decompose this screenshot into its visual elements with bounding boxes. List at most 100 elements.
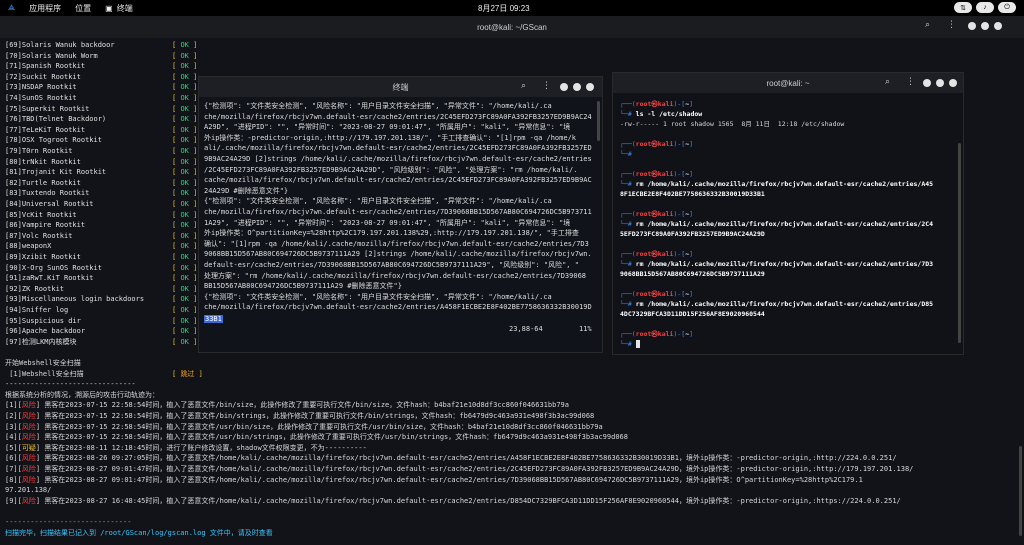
menu-icon[interactable]: ⋮: [542, 81, 551, 91]
trace-row: [9][风险] 黑客在2023-08-27 16:48:45时间，植入了恶意文件…: [5, 496, 901, 507]
maximize-button[interactable]: [936, 79, 944, 87]
maximize-button[interactable]: [981, 22, 989, 30]
power-icon[interactable]: ⏻: [998, 2, 1016, 13]
ok-badge: OK: [180, 136, 189, 145]
ok-badge: OK: [180, 157, 189, 166]
trace-text: 黑客在2023-08-11 12:18:45时间，进行了账户修改设置，shado…: [44, 443, 367, 452]
risk-tag: 风险: [21, 465, 36, 473]
rootkit-status: [ OK ]: [172, 157, 197, 168]
clock[interactable]: 8月27日 09:23: [478, 3, 530, 14]
bracket: ]: [188, 327, 198, 336]
rootkit-name: [80]trNkit Rootkit: [5, 157, 81, 166]
trace-index: [3]: [5, 422, 18, 431]
bracket: ]: [188, 284, 198, 293]
rootkit-row: [83]Tuxtendo Rootkit [ OK ]: [5, 188, 197, 199]
rootkit-row: [79]T0rn Rootkit [ OK ]: [5, 146, 197, 157]
rootkit-row: [89]Xzibit Rootkit [ OK ]: [5, 252, 197, 263]
command-line: └─# rm /home/kali/.cache/mozilla/firefox…: [620, 299, 960, 309]
shell-output[interactable]: ┌──(root㉿kali)-[~] └─# ls -l /etc/shadow -…: [620, 99, 960, 354]
prompt-sep: )-[: [673, 290, 686, 298]
applications-menu[interactable]: 应用程序: [29, 3, 61, 14]
scrollbar[interactable]: [597, 101, 600, 141]
vim-line: 外ip操作类：-predictor-origin,:http://179.197…: [204, 133, 577, 142]
cursor-position: 23,88-64: [509, 325, 543, 333]
bracket: ]: [188, 210, 198, 219]
footer-separator: ------------------------------: [5, 518, 132, 526]
kali-dragon-icon[interactable]: ⟁: [8, 3, 15, 13]
volume-icon[interactable]: ♪: [976, 2, 994, 13]
menu-icon[interactable]: ⋮: [906, 77, 915, 87]
scrollbar[interactable]: [958, 143, 961, 343]
close-button[interactable]: [586, 83, 594, 91]
window-controls[interactable]: [968, 22, 1002, 30]
rootkit-status: [ OK ]: [172, 210, 197, 221]
bracket: ]: [188, 316, 198, 325]
system-tray[interactable]: ⇅ ♪ ⏻: [954, 2, 1016, 13]
search-icon[interactable]: ⌕: [925, 20, 930, 30]
rootkit-status: [ OK ]: [172, 273, 197, 284]
close-button[interactable]: [949, 79, 957, 87]
network-icon[interactable]: ⇅: [954, 2, 972, 13]
bracket: ]: [188, 274, 198, 283]
risk-tag: 风险: [21, 401, 36, 410]
rootkit-row: [87]Volc Rootkit [ OK ]: [5, 231, 197, 242]
ok-badge: OK: [180, 253, 189, 261]
command-line: └─# ls -l /etc/shadow: [620, 109, 960, 119]
trace-text: 97.201.138/: [5, 486, 52, 495]
webshell-row: [1]Webshell安全扫描 [ 跳过 ]: [5, 369, 203, 380]
terminal-app-icon[interactable]: ▣: [105, 4, 113, 13]
ok-badge: OK: [180, 306, 189, 314]
ok-badge: OK: [180, 327, 189, 336]
terminal-app-label[interactable]: 终端: [117, 3, 133, 14]
scrollbar[interactable]: [1019, 446, 1022, 536]
bracket: ]: [188, 104, 198, 113]
prompt-corner: ┌──(: [620, 290, 636, 298]
prompt-corner: ┌──(: [620, 100, 636, 108]
places-menu[interactable]: 位置: [75, 3, 91, 14]
rootkit-status: [ OK ]: [172, 294, 197, 305]
search-icon[interactable]: ⌕: [885, 77, 890, 87]
vim-cursor-line: 33B1: [204, 315, 223, 323]
close-button[interactable]: [994, 22, 1002, 30]
rootkit-name: [72]Suckit Rootkit: [5, 72, 81, 81]
rootkit-name: [90]X-Org SunOS Rootkit: [5, 263, 102, 272]
shell-terminal-window[interactable]: root@kali: ~ ⌕ ⋮ ┌──(root㉿kali)-[~] └─# l…: [612, 72, 964, 355]
ok-badge: OK: [180, 210, 189, 219]
bracket: ]: [188, 178, 198, 187]
rootkit-name: [74]SunOS Rootkit: [5, 94, 77, 102]
ok-badge: OK: [180, 200, 189, 208]
vim-terminal-window[interactable]: 终端 ⌕ ⋮ {"检测项": "文件类安全检测", "风险名称": "用户目录文…: [198, 76, 603, 353]
vim-line: ali/.cache/mozilla/firefox/rbcjv7wn.defa…: [204, 144, 592, 153]
menu-icon[interactable]: ⋮: [947, 20, 956, 30]
maximize-button[interactable]: [573, 83, 581, 91]
prompt-sep: ]: [689, 250, 694, 258]
prompt-line: ┌──(root㉿kali)-[~]: [620, 209, 960, 219]
main-terminal-titlebar[interactable]: root@kali: ~/GScan: [0, 16, 1024, 38]
search-icon[interactable]: ⌕: [521, 81, 526, 91]
ok-badge: OK: [180, 337, 189, 346]
prompt-sep: ]: [689, 100, 694, 108]
window-controls[interactable]: [560, 83, 594, 91]
minimize-button[interactable]: [968, 22, 976, 30]
window-controls[interactable]: [923, 79, 957, 87]
rootkit-row: [97]检测LKM内核模块 [ OK ]: [5, 337, 197, 348]
minimize-button[interactable]: [560, 83, 568, 91]
bracket: ]: [188, 337, 198, 346]
rootkit-status: [ OK ]: [172, 188, 197, 199]
prompt-line: ┌──(root㉿kali)-[~]: [620, 249, 960, 259]
minimize-button[interactable]: [923, 79, 931, 87]
rootkit-row: [92]ZK Rootkit [ OK ]: [5, 284, 197, 295]
rootkit-row: [94]Sniffer log [ OK ]: [5, 305, 197, 316]
vim-line: 1A29", "进程PID": "", "异常时间": "2023-08-27 …: [204, 218, 571, 227]
ok-badge: OK: [180, 41, 189, 49]
rootkit-row: [78]OSX Togroot Rootkit [ OK ]: [5, 135, 197, 146]
rootkit-name: [69]Solaris Wanuk backdoor: [5, 41, 115, 49]
prompt-hash: └─#: [620, 150, 636, 158]
rootkit-name: [76]TBD(Telnet Backdoor): [5, 115, 107, 124]
vim-buffer[interactable]: {"检测项": "文件类安全检测", "风险名称": "用户目录文件安全扫描",…: [204, 101, 599, 313]
rootkit-row: [82]Turtle Rootkit [ OK ]: [5, 178, 197, 189]
command-line: └─# rm /home/kali/.cache/mozilla/firefox…: [620, 179, 960, 189]
